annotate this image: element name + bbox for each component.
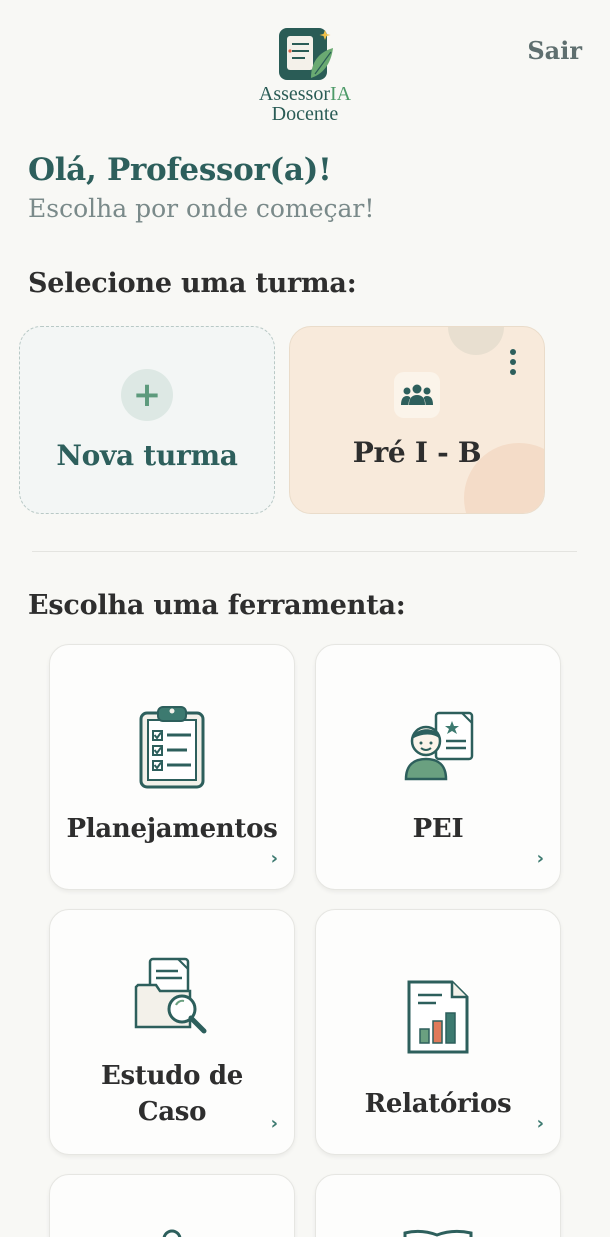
tool-card-partial[interactable] <box>315 1174 561 1237</box>
tool-label: PEI <box>412 814 464 844</box>
logo-word-assessor: Assessor <box>258 83 330 105</box>
partial-tool-icon <box>162 1229 182 1237</box>
new-class-label: Nova turma <box>56 438 238 472</box>
class-card-pre-i-b[interactable]: Pré I - B <box>289 326 545 514</box>
tool-card-planejamentos[interactable]: Planejamentos › <box>49 644 295 890</box>
logo-word-ia: IA <box>330 83 352 105</box>
partial-book-icon <box>403 1229 473 1237</box>
app-logo: AssessorIA Docente <box>250 26 360 124</box>
tool-card-pei[interactable]: PEI › <box>315 644 561 890</box>
new-class-button[interactable]: + Nova turma <box>19 326 275 514</box>
tool-card-relatorios[interactable]: Relatórios › <box>315 909 561 1155</box>
decorative-blob <box>448 327 504 355</box>
class-section-title: Selecione uma turma: <box>28 268 357 299</box>
group-people-icon <box>394 371 440 418</box>
logo-word-docente: Docente <box>271 103 339 125</box>
report-chart-icon <box>406 972 470 1062</box>
chevron-right-icon: › <box>536 1113 544 1134</box>
tool-label: Estudo de Caso <box>101 1061 243 1127</box>
section-divider <box>32 551 577 552</box>
clipboard-checklist-icon <box>137 701 207 791</box>
tool-card-partial[interactable] <box>49 1174 295 1237</box>
chevron-right-icon: › <box>270 848 278 869</box>
tool-card-estudo-de-caso[interactable]: Estudo de Caso › <box>49 909 295 1155</box>
chevron-right-icon: › <box>536 848 544 869</box>
plus-icon: + <box>121 368 173 421</box>
chevron-right-icon: › <box>270 1113 278 1134</box>
tool-label: Relatórios <box>364 1089 512 1119</box>
logo-wordmark: AssessorIA Docente <box>250 84 360 124</box>
class-options-icon[interactable] <box>508 349 518 375</box>
logout-button[interactable]: Sair <box>527 36 582 65</box>
app-header: AssessorIA Docente Sair <box>0 0 610 140</box>
greeting-block: Olá, Professor(a)! Escolha por onde come… <box>28 152 374 223</box>
tools-section-title: Escolha uma ferramenta: <box>28 590 406 621</box>
logo-notebook-icon <box>275 26 335 84</box>
class-card-label: Pré I - B <box>352 435 482 469</box>
greeting-title: Olá, Professor(a)! <box>28 152 332 188</box>
folder-search-icon <box>134 952 210 1042</box>
student-document-icon <box>400 701 476 791</box>
tool-label: Planejamentos <box>66 814 278 844</box>
greeting-subtitle: Escolha por onde começar! <box>28 194 375 223</box>
